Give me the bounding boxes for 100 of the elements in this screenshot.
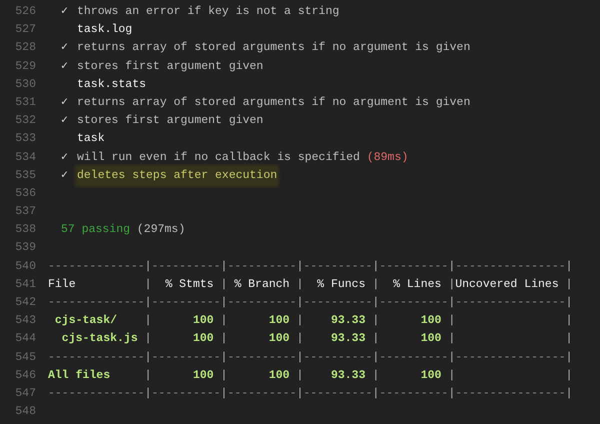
table-rule: -------------- bbox=[48, 386, 145, 400]
test-duration: (89ms) bbox=[366, 150, 408, 166]
line-number: 529 bbox=[14, 58, 36, 75]
check-icon: ✓ bbox=[61, 94, 77, 112]
table-cell-text: 100 bbox=[268, 332, 291, 346]
column-separator: | bbox=[220, 350, 228, 364]
table-cell-text: 93.33 bbox=[330, 368, 366, 382]
check-icon: ✓ bbox=[61, 112, 77, 130]
check-icon: ✓ bbox=[61, 3, 77, 22]
line-number: 547 bbox=[14, 386, 36, 402]
table-rule: ---------------- bbox=[455, 350, 566, 364]
suite-title: task bbox=[76, 131, 105, 148]
table-rule: ---------- bbox=[227, 260, 296, 273]
total-duration: (297ms) bbox=[136, 222, 186, 238]
column-separator: | bbox=[144, 314, 152, 328]
table-rule: ---------- bbox=[303, 260, 372, 273]
line-number: 531 bbox=[14, 94, 36, 111]
line-number: 539 bbox=[14, 240, 36, 256]
column-header: File bbox=[48, 278, 77, 291]
table-rule: ---------- bbox=[152, 386, 221, 400]
table-rule: ---------- bbox=[303, 386, 372, 400]
column-separator: | bbox=[566, 260, 573, 273]
column-header: % Stmts bbox=[164, 278, 215, 291]
table-rule: ---------- bbox=[152, 260, 221, 273]
line-number: 540 bbox=[14, 258, 36, 275]
passing-count: 57 passing bbox=[61, 222, 130, 238]
column-separator: | bbox=[448, 350, 456, 364]
column-separator: | bbox=[296, 296, 304, 309]
column-separator: | bbox=[566, 350, 573, 364]
line-number: 541 bbox=[14, 276, 36, 293]
column-separator: | bbox=[220, 314, 228, 328]
column-separator: | bbox=[372, 368, 380, 382]
column-separator: | bbox=[144, 386, 152, 400]
test-name: throws an error if key is not a string bbox=[77, 4, 340, 20]
column-separator: | bbox=[372, 260, 380, 273]
line-number: 545 bbox=[14, 350, 36, 366]
table-cell-text: 100 bbox=[420, 368, 442, 382]
line-number: 536 bbox=[14, 186, 36, 202]
table-rule: ---------- bbox=[303, 350, 372, 364]
column-separator: | bbox=[296, 386, 304, 400]
column-separator: | bbox=[220, 278, 228, 291]
line-number: 543 bbox=[14, 313, 36, 330]
line-number: 544 bbox=[14, 331, 36, 348]
column-separator: | bbox=[144, 296, 152, 309]
table-rule: -------------- bbox=[48, 260, 145, 273]
column-separator: | bbox=[448, 368, 456, 382]
column-header: % Funcs bbox=[316, 278, 366, 291]
table-cell-text: cjs-task.js bbox=[60, 332, 139, 346]
table-cell-text: 100 bbox=[420, 332, 442, 346]
table-rule: -------------- bbox=[48, 296, 145, 309]
column-separator: | bbox=[448, 260, 456, 273]
column-separator: | bbox=[566, 296, 573, 309]
column-separator: | bbox=[144, 350, 152, 364]
column-separator: | bbox=[372, 386, 380, 400]
table-rule: ---------- bbox=[152, 350, 221, 364]
table-rule: ---------- bbox=[303, 296, 372, 309]
table-rule: ---------- bbox=[227, 350, 296, 364]
column-header: Uncovered Lines bbox=[455, 278, 560, 291]
column-separator: | bbox=[220, 332, 228, 346]
table-cell-text: 100 bbox=[192, 314, 215, 328]
table-cell-text: 100 bbox=[192, 368, 215, 382]
line-number: 535 bbox=[14, 168, 36, 184]
column-separator: | bbox=[220, 386, 228, 400]
table-rule: ---------------- bbox=[455, 386, 566, 400]
column-separator: | bbox=[372, 332, 380, 346]
table-rule: ---------- bbox=[379, 296, 448, 309]
column-separator: | bbox=[144, 278, 152, 291]
column-separator: | bbox=[144, 260, 152, 273]
column-separator: | bbox=[220, 368, 228, 382]
line-number: 530 bbox=[14, 76, 36, 93]
column-separator: | bbox=[372, 314, 380, 328]
line-number: 542 bbox=[14, 295, 36, 311]
column-separator: | bbox=[448, 296, 456, 309]
column-separator: | bbox=[566, 368, 573, 382]
line-number: 534 bbox=[14, 150, 36, 166]
column-separator: | bbox=[448, 314, 456, 328]
check-icon: ✓ bbox=[61, 166, 77, 185]
column-header: % Branch bbox=[233, 278, 291, 291]
column-separator: | bbox=[448, 386, 456, 400]
table-rule: ---------- bbox=[379, 260, 448, 273]
line-number: 533 bbox=[14, 131, 36, 148]
table-cell-text: 100 bbox=[192, 332, 215, 346]
table-rule: ---------- bbox=[227, 296, 296, 309]
column-separator: | bbox=[448, 332, 456, 346]
suite-title: task.log bbox=[76, 22, 132, 38]
line-number: 546 bbox=[14, 368, 36, 384]
table-cell-text: 100 bbox=[420, 314, 442, 328]
table-rule: ---------- bbox=[379, 350, 448, 364]
table-cell-text: 93.33 bbox=[330, 332, 366, 346]
test-name: stores first argument given bbox=[77, 113, 264, 130]
test-name: stores first argument given bbox=[77, 58, 264, 75]
suite-title: task.stats bbox=[76, 76, 146, 93]
column-separator: | bbox=[296, 314, 304, 328]
test-name: returns array of stored arguments if no argument is given bbox=[77, 94, 470, 111]
test-name: returns array of stored arguments if no argument is given bbox=[77, 40, 470, 56]
column-separator: | bbox=[448, 278, 456, 291]
column-header: % Lines bbox=[392, 278, 442, 291]
column-separator: | bbox=[296, 350, 304, 364]
column-separator: | bbox=[566, 386, 573, 400]
column-separator: | bbox=[296, 260, 304, 273]
